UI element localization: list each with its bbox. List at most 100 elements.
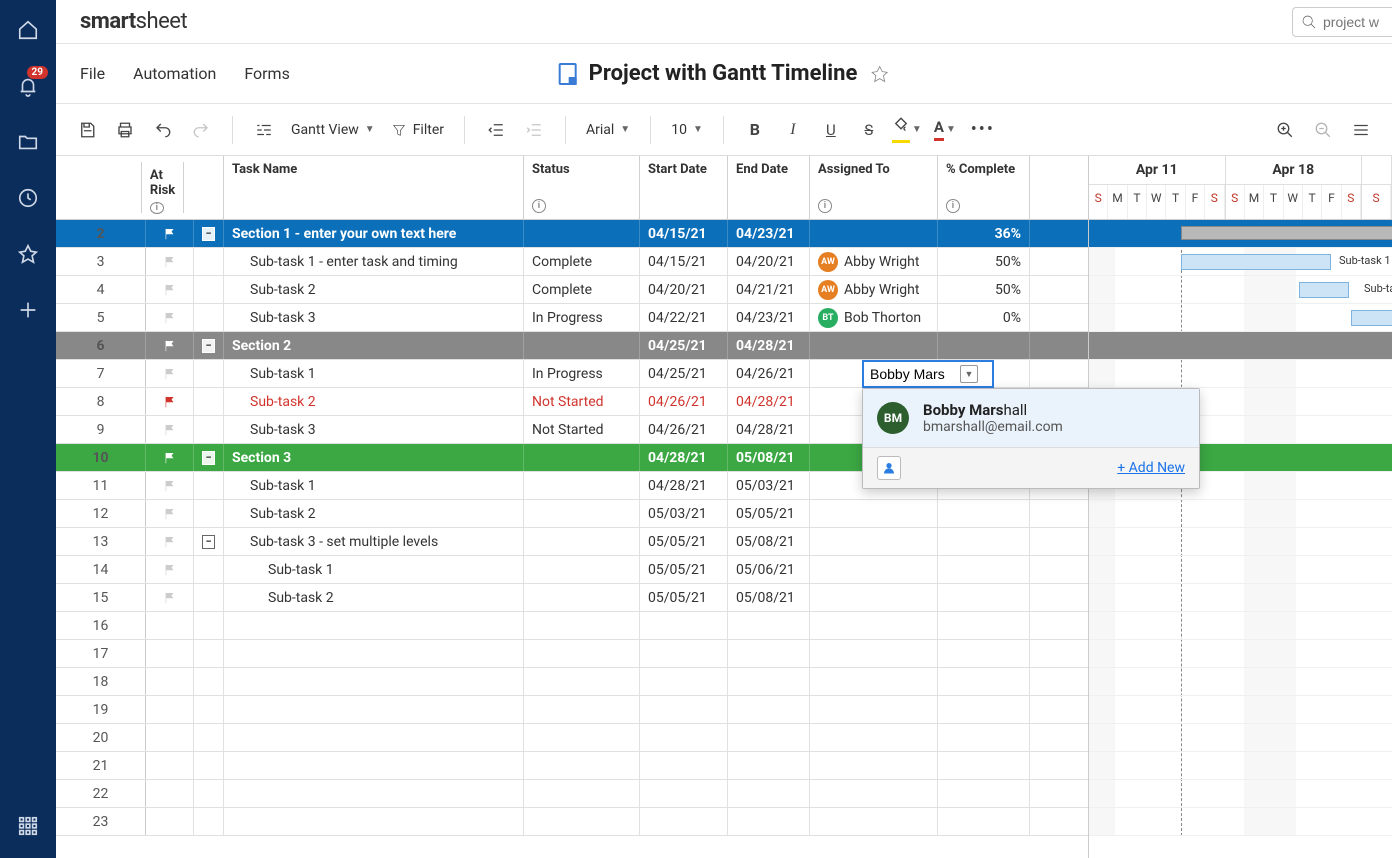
at-risk-flag[interactable] [146,360,194,387]
start-date-cell[interactable] [640,808,728,835]
at-risk-flag[interactable] [146,416,194,443]
end-date-cell[interactable] [728,752,810,779]
collapse-toggle[interactable] [194,304,224,331]
grid-row[interactable]: 13−Sub-task 3 - set multiple levels05/05… [56,528,1088,556]
collapse-toggle[interactable] [194,248,224,275]
col-pct-complete[interactable]: % Complete [946,162,1021,177]
notifications-icon[interactable]: 29 [16,74,40,98]
row-number[interactable]: 21 [56,752,146,779]
end-date-cell[interactable]: 05/08/21 [728,444,810,471]
at-risk-flag[interactable] [146,780,194,807]
at-risk-flag[interactable] [146,724,194,751]
assigned-to-cell[interactable]: AWAbby Wright [810,276,938,303]
pct-complete-cell[interactable] [938,556,1030,583]
at-risk-flag[interactable] [146,444,194,471]
row-number[interactable]: 19 [56,696,146,723]
start-date-cell[interactable]: 04/25/21 [640,360,728,387]
row-number[interactable]: 14 [56,556,146,583]
status-cell[interactable] [524,724,640,751]
end-date-cell[interactable]: 04/23/21 [728,220,810,247]
end-date-cell[interactable] [728,724,810,751]
at-risk-flag[interactable] [146,612,194,639]
end-date-cell[interactable]: 04/28/21 [728,416,810,443]
row-number[interactable]: 16 [56,612,146,639]
assigned-to-cell[interactable] [810,724,938,751]
row-number[interactable]: 20 [56,724,146,751]
add-new-contact[interactable]: + Add New [1117,460,1185,476]
task-name-cell[interactable]: Sub-task 2 [224,388,524,415]
at-risk-flag[interactable] [146,668,194,695]
row-number[interactable]: 15 [56,584,146,611]
task-name-cell[interactable]: Sub-task 3 - set multiple levels [224,528,524,555]
pct-complete-cell[interactable] [938,696,1030,723]
assigned-to-cell[interactable] [810,696,938,723]
pct-complete-cell[interactable] [938,780,1030,807]
collapse-toggle[interactable] [194,556,224,583]
status-cell[interactable] [524,528,640,555]
task-name-cell[interactable] [224,612,524,639]
row-number[interactable]: 6 [56,332,146,359]
status-cell[interactable] [524,696,640,723]
row-number[interactable]: 5 [56,304,146,331]
row-number[interactable]: 17 [56,640,146,667]
at-risk-flag[interactable] [146,332,194,359]
start-date-cell[interactable]: 05/05/21 [640,584,728,611]
collapse-toggle[interactable] [194,668,224,695]
grid-row[interactable]: 2−Section 1 - enter your own text here04… [56,220,1088,248]
grid-row[interactable]: 21 [56,752,1088,780]
font-selector[interactable]: Arial▼ [580,122,636,138]
col-end-date[interactable]: End Date [736,162,801,177]
start-date-cell[interactable] [640,752,728,779]
indent-icon[interactable] [517,113,551,147]
collapse-toggle[interactable]: − [194,220,224,247]
end-date-cell[interactable]: 05/03/21 [728,472,810,499]
status-cell[interactable] [524,612,640,639]
at-risk-flag[interactable] [146,640,194,667]
task-name-cell[interactable]: Sub-task 2 [224,584,524,611]
grid-row[interactable]: 6−Section 204/25/2104/28/21 [56,332,1088,360]
at-risk-flag[interactable] [146,304,194,331]
assigned-to-cell[interactable] [810,556,938,583]
end-date-cell[interactable] [728,668,810,695]
assigned-to-cell[interactable] [810,584,938,611]
start-date-cell[interactable]: 04/26/21 [640,416,728,443]
end-date-cell[interactable]: 05/08/21 [728,584,810,611]
status-cell[interactable]: Complete [524,276,640,303]
apps-icon[interactable] [16,814,40,838]
pct-complete-cell[interactable] [938,752,1030,779]
fill-color-icon[interactable]: ▼ [890,113,924,147]
row-number[interactable]: 18 [56,668,146,695]
pct-complete-cell[interactable]: 36% [938,220,1030,247]
status-cell[interactable] [524,752,640,779]
more-icon[interactable]: ••• [966,113,1000,147]
grid-row[interactable]: 14Sub-task 105/05/2105/06/21 [56,556,1088,584]
start-date-cell[interactable]: 05/05/21 [640,556,728,583]
end-date-cell[interactable]: 04/28/21 [728,332,810,359]
collapse-toggle[interactable]: − [194,528,224,555]
row-number[interactable]: 22 [56,780,146,807]
status-cell[interactable] [524,220,640,247]
collapse-toggle[interactable] [194,360,224,387]
end-date-cell[interactable]: 04/28/21 [728,388,810,415]
col-start-date[interactable]: Start Date [648,162,719,177]
pct-complete-cell[interactable]: 50% [938,276,1030,303]
row-number[interactable]: 23 [56,808,146,835]
status-cell[interactable] [524,556,640,583]
end-date-cell[interactable]: 05/08/21 [728,528,810,555]
row-number[interactable]: 2 [56,220,146,247]
start-date-cell[interactable]: 04/15/21 [640,248,728,275]
collapse-toggle[interactable] [194,416,224,443]
end-date-cell[interactable] [728,780,810,807]
redo-icon[interactable] [184,113,218,147]
collapse-toggle[interactable] [194,276,224,303]
start-date-cell[interactable] [640,612,728,639]
status-cell[interactable]: Complete [524,248,640,275]
start-date-cell[interactable]: 04/22/21 [640,304,728,331]
collapse-toggle[interactable] [194,640,224,667]
assigned-to-cell[interactable]: BTBob Thorton [810,304,938,331]
pct-complete-cell[interactable] [938,612,1030,639]
status-cell[interactable] [524,808,640,835]
end-date-cell[interactable]: 04/23/21 [728,304,810,331]
contact-card-icon[interactable] [877,456,901,480]
assigned-to-cell[interactable] [810,528,938,555]
